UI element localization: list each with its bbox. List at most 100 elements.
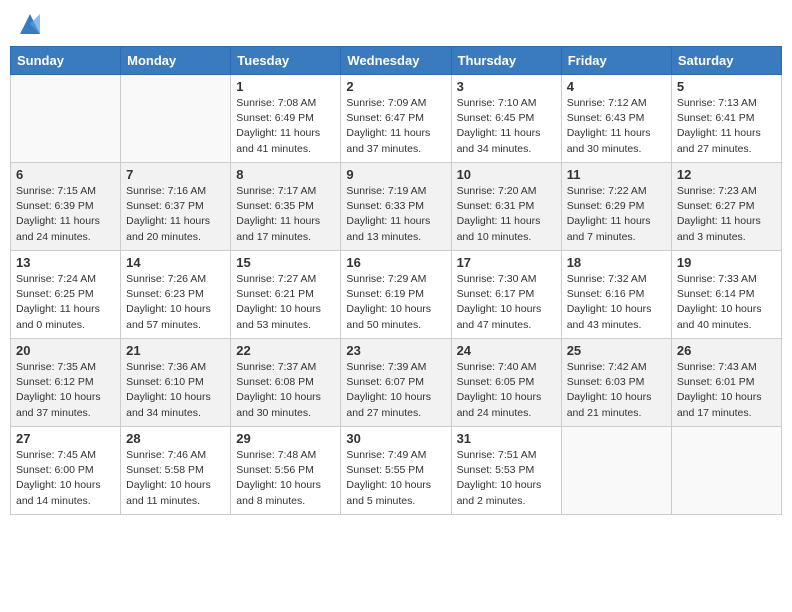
calendar-day-cell: 17 Sunrise: 7:30 AM Sunset: 6:17 PM Dayl… [451, 251, 561, 339]
day-number: 3 [457, 79, 556, 94]
weekday-header: Monday [121, 47, 231, 75]
calendar-day-cell: 22 Sunrise: 7:37 AM Sunset: 6:08 PM Dayl… [231, 339, 341, 427]
daylight-text: Daylight: 10 hours and 50 minutes. [346, 303, 431, 330]
sunset-text: Sunset: 6:10 PM [126, 376, 204, 388]
calendar-day-cell: 4 Sunrise: 7:12 AM Sunset: 6:43 PM Dayli… [561, 75, 671, 163]
day-info: Sunrise: 7:24 AM Sunset: 6:25 PM Dayligh… [16, 272, 115, 333]
sunrise-text: Sunrise: 7:32 AM [567, 273, 647, 285]
weekday-header: Sunday [11, 47, 121, 75]
sunset-text: Sunset: 6:33 PM [346, 200, 424, 212]
calendar-day-cell: 3 Sunrise: 7:10 AM Sunset: 6:45 PM Dayli… [451, 75, 561, 163]
calendar-day-cell: 23 Sunrise: 7:39 AM Sunset: 6:07 PM Dayl… [341, 339, 451, 427]
daylight-text: Daylight: 10 hours and 21 minutes. [567, 391, 652, 418]
sunrise-text: Sunrise: 7:08 AM [236, 97, 316, 109]
sunset-text: Sunset: 6:12 PM [16, 376, 94, 388]
day-info: Sunrise: 7:08 AM Sunset: 6:49 PM Dayligh… [236, 96, 335, 157]
sunrise-text: Sunrise: 7:37 AM [236, 361, 316, 373]
calendar-day-cell: 9 Sunrise: 7:19 AM Sunset: 6:33 PM Dayli… [341, 163, 451, 251]
calendar-week-row: 27 Sunrise: 7:45 AM Sunset: 6:00 PM Dayl… [11, 427, 782, 515]
sunrise-text: Sunrise: 7:36 AM [126, 361, 206, 373]
day-number: 11 [567, 167, 666, 182]
weekday-header: Thursday [451, 47, 561, 75]
sunset-text: Sunset: 5:55 PM [346, 464, 424, 476]
daylight-text: Daylight: 11 hours and 17 minutes. [236, 215, 320, 242]
day-number: 23 [346, 343, 445, 358]
logo [14, 10, 44, 38]
calendar-week-row: 1 Sunrise: 7:08 AM Sunset: 6:49 PM Dayli… [11, 75, 782, 163]
daylight-text: Daylight: 11 hours and 10 minutes. [457, 215, 541, 242]
page-header [10, 10, 782, 38]
day-info: Sunrise: 7:36 AM Sunset: 6:10 PM Dayligh… [126, 360, 225, 421]
calendar-day-cell: 7 Sunrise: 7:16 AM Sunset: 6:37 PM Dayli… [121, 163, 231, 251]
daylight-text: Daylight: 11 hours and 27 minutes. [677, 127, 761, 154]
day-number: 18 [567, 255, 666, 270]
sunrise-text: Sunrise: 7:16 AM [126, 185, 206, 197]
calendar-day-cell: 12 Sunrise: 7:23 AM Sunset: 6:27 PM Dayl… [671, 163, 781, 251]
day-info: Sunrise: 7:20 AM Sunset: 6:31 PM Dayligh… [457, 184, 556, 245]
calendar-day-cell: 28 Sunrise: 7:46 AM Sunset: 5:58 PM Dayl… [121, 427, 231, 515]
day-info: Sunrise: 7:48 AM Sunset: 5:56 PM Dayligh… [236, 448, 335, 509]
day-info: Sunrise: 7:23 AM Sunset: 6:27 PM Dayligh… [677, 184, 776, 245]
day-number: 8 [236, 167, 335, 182]
calendar-day-cell: 10 Sunrise: 7:20 AM Sunset: 6:31 PM Dayl… [451, 163, 561, 251]
day-info: Sunrise: 7:22 AM Sunset: 6:29 PM Dayligh… [567, 184, 666, 245]
day-number: 22 [236, 343, 335, 358]
day-number: 29 [236, 431, 335, 446]
calendar-day-cell: 21 Sunrise: 7:36 AM Sunset: 6:10 PM Dayl… [121, 339, 231, 427]
sunset-text: Sunset: 5:53 PM [457, 464, 535, 476]
calendar-day-cell [561, 427, 671, 515]
weekday-header: Wednesday [341, 47, 451, 75]
day-info: Sunrise: 7:42 AM Sunset: 6:03 PM Dayligh… [567, 360, 666, 421]
sunset-text: Sunset: 6:41 PM [677, 112, 755, 124]
day-info: Sunrise: 7:39 AM Sunset: 6:07 PM Dayligh… [346, 360, 445, 421]
day-info: Sunrise: 7:12 AM Sunset: 6:43 PM Dayligh… [567, 96, 666, 157]
day-number: 27 [16, 431, 115, 446]
day-info: Sunrise: 7:49 AM Sunset: 5:55 PM Dayligh… [346, 448, 445, 509]
calendar-table: SundayMondayTuesdayWednesdayThursdayFrid… [10, 46, 782, 515]
calendar-day-cell: 13 Sunrise: 7:24 AM Sunset: 6:25 PM Dayl… [11, 251, 121, 339]
calendar-week-row: 6 Sunrise: 7:15 AM Sunset: 6:39 PM Dayli… [11, 163, 782, 251]
daylight-text: Daylight: 11 hours and 3 minutes. [677, 215, 761, 242]
daylight-text: Daylight: 10 hours and 43 minutes. [567, 303, 652, 330]
daylight-text: Daylight: 10 hours and 5 minutes. [346, 479, 431, 506]
sunrise-text: Sunrise: 7:33 AM [677, 273, 757, 285]
weekday-header-row: SundayMondayTuesdayWednesdayThursdayFrid… [11, 47, 782, 75]
day-number: 19 [677, 255, 776, 270]
day-info: Sunrise: 7:13 AM Sunset: 6:41 PM Dayligh… [677, 96, 776, 157]
sunrise-text: Sunrise: 7:22 AM [567, 185, 647, 197]
calendar-day-cell [11, 75, 121, 163]
day-number: 7 [126, 167, 225, 182]
day-info: Sunrise: 7:17 AM Sunset: 6:35 PM Dayligh… [236, 184, 335, 245]
daylight-text: Daylight: 10 hours and 24 minutes. [457, 391, 542, 418]
sunset-text: Sunset: 6:01 PM [677, 376, 755, 388]
sunset-text: Sunset: 6:03 PM [567, 376, 645, 388]
calendar-day-cell: 15 Sunrise: 7:27 AM Sunset: 6:21 PM Dayl… [231, 251, 341, 339]
calendar-week-row: 13 Sunrise: 7:24 AM Sunset: 6:25 PM Dayl… [11, 251, 782, 339]
day-number: 24 [457, 343, 556, 358]
calendar-day-cell [121, 75, 231, 163]
daylight-text: Daylight: 11 hours and 34 minutes. [457, 127, 541, 154]
day-number: 30 [346, 431, 445, 446]
day-info: Sunrise: 7:30 AM Sunset: 6:17 PM Dayligh… [457, 272, 556, 333]
calendar-day-cell: 25 Sunrise: 7:42 AM Sunset: 6:03 PM Dayl… [561, 339, 671, 427]
day-info: Sunrise: 7:29 AM Sunset: 6:19 PM Dayligh… [346, 272, 445, 333]
day-number: 14 [126, 255, 225, 270]
day-number: 6 [16, 167, 115, 182]
day-number: 15 [236, 255, 335, 270]
sunrise-text: Sunrise: 7:29 AM [346, 273, 426, 285]
calendar-day-cell: 29 Sunrise: 7:48 AM Sunset: 5:56 PM Dayl… [231, 427, 341, 515]
logo-icon [16, 10, 44, 38]
daylight-text: Daylight: 11 hours and 37 minutes. [346, 127, 430, 154]
sunrise-text: Sunrise: 7:19 AM [346, 185, 426, 197]
sunrise-text: Sunrise: 7:27 AM [236, 273, 316, 285]
daylight-text: Daylight: 10 hours and 40 minutes. [677, 303, 762, 330]
calendar-day-cell: 8 Sunrise: 7:17 AM Sunset: 6:35 PM Dayli… [231, 163, 341, 251]
day-number: 16 [346, 255, 445, 270]
daylight-text: Daylight: 10 hours and 8 minutes. [236, 479, 321, 506]
sunset-text: Sunset: 6:37 PM [126, 200, 204, 212]
sunset-text: Sunset: 6:43 PM [567, 112, 645, 124]
sunset-text: Sunset: 6:05 PM [457, 376, 535, 388]
calendar-day-cell: 19 Sunrise: 7:33 AM Sunset: 6:14 PM Dayl… [671, 251, 781, 339]
sunrise-text: Sunrise: 7:15 AM [16, 185, 96, 197]
sunset-text: Sunset: 6:08 PM [236, 376, 314, 388]
